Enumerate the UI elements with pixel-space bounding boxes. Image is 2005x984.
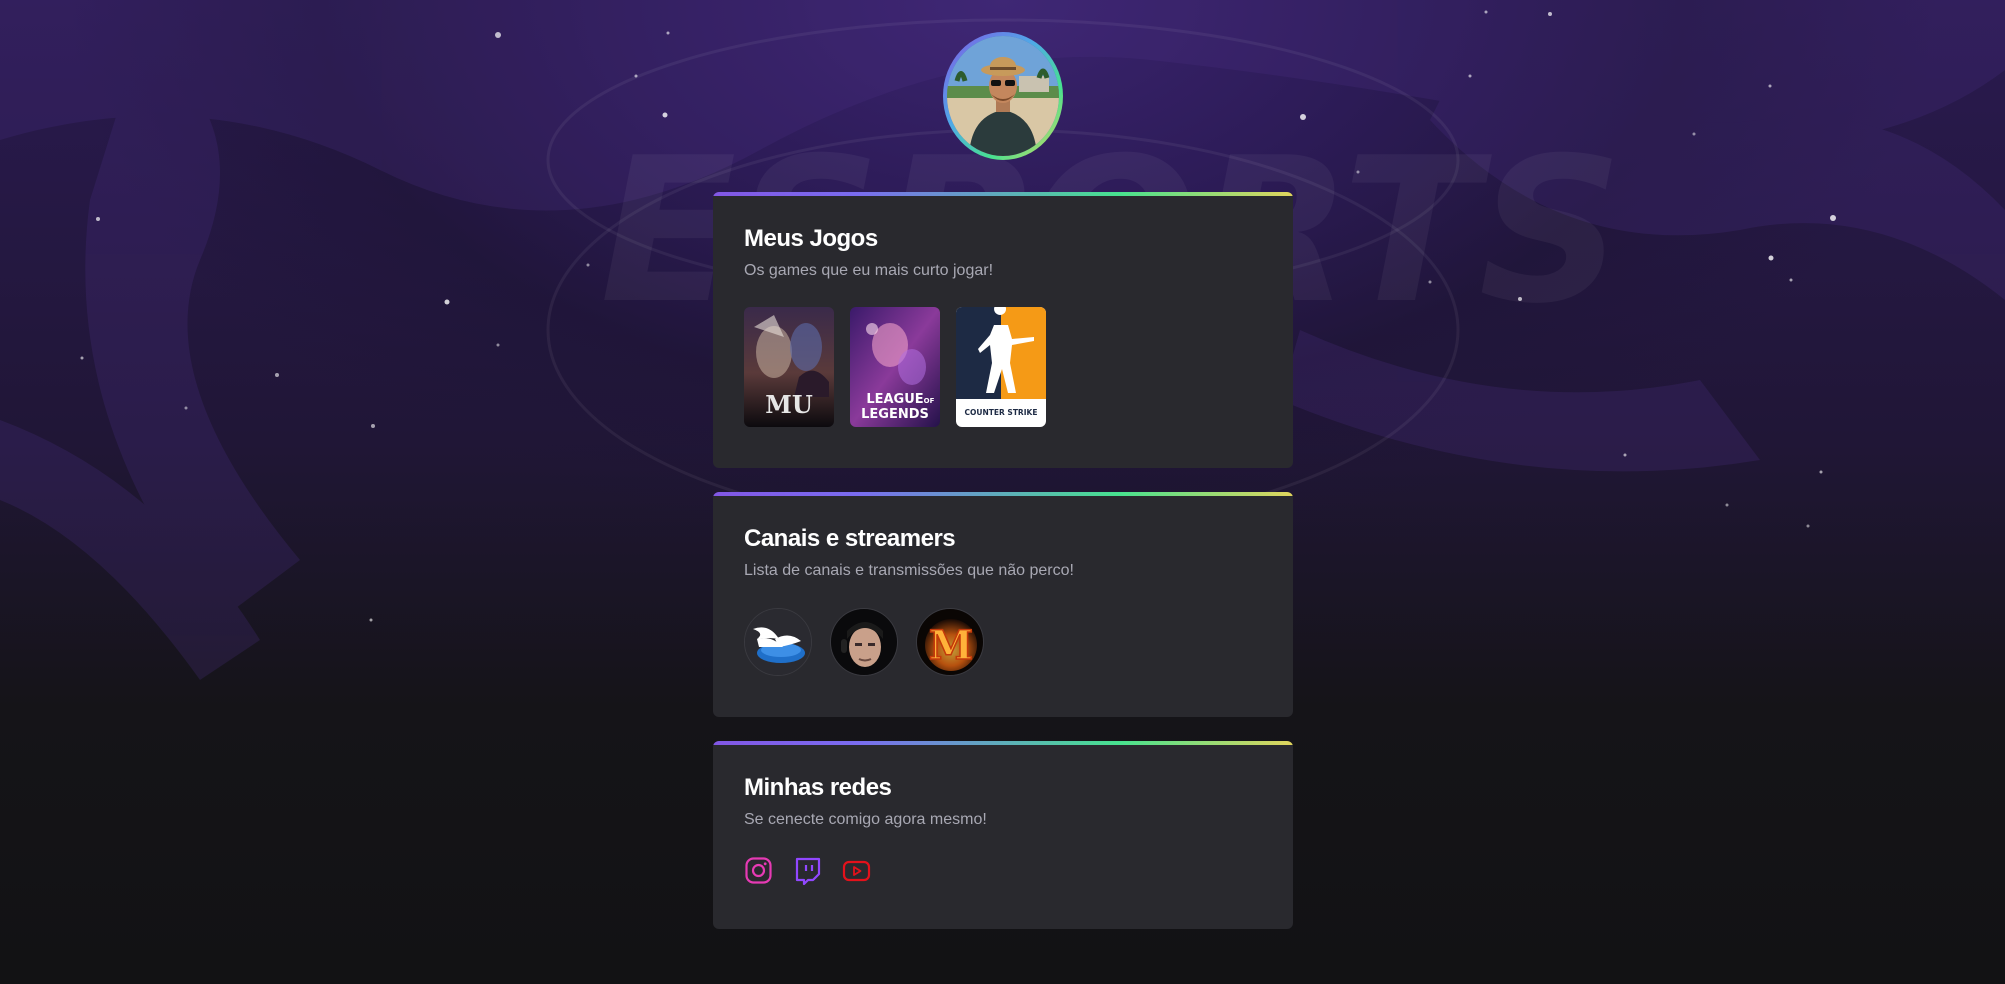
streamer-1[interactable] — [744, 608, 812, 676]
profile-avatar — [947, 36, 1059, 156]
profile-avatar-ring — [943, 32, 1063, 160]
streamer-2[interactable] — [830, 608, 898, 676]
instagram-link[interactable] — [744, 856, 773, 885]
flaming-m-icon: M — [917, 609, 983, 675]
games-card-title: Meus Jogos — [744, 225, 878, 252]
social-list — [744, 856, 1262, 886]
streamers-card: Canais e streamers Lista de canais e tra… — [713, 492, 1293, 717]
games-card: Meus Jogos Os games que eu mais curto jo… — [713, 192, 1293, 468]
winged-shoe-icon — [745, 609, 811, 675]
lol-label-of: OF — [924, 397, 935, 405]
streamers-card-title: Canais e streamers — [744, 525, 956, 552]
lol-label-bottom: LEGENDS — [861, 407, 929, 422]
youtube-link[interactable] — [842, 856, 871, 885]
game-counter-strike[interactable]: COUNTER STRIKE — [956, 307, 1046, 427]
twitch-icon — [795, 857, 821, 886]
social-card: Minhas redes Se cenecte comigo agora mes… — [713, 741, 1293, 929]
streamer-3[interactable]: M — [916, 608, 984, 676]
streamer-3-letter: M — [929, 622, 973, 669]
game-league-of-legends[interactable]: LEAGUE OF LEGENDS — [850, 307, 940, 427]
social-card-title: Minhas redes — [744, 774, 892, 801]
games-list: MU LEAGUE OF LEGENDS COUNTER STRIKE — [744, 307, 1262, 427]
streamers-list: M — [744, 608, 1262, 676]
cs-label: COUNTER STRIKE — [965, 408, 1038, 417]
twitch-link[interactable] — [793, 856, 822, 886]
games-card-subtitle: Os games que eu mais curto jogar! — [744, 262, 994, 279]
lol-label-top: LEAGUE — [866, 392, 923, 407]
streamers-card-subtitle: Lista de canais e transmissões que não p… — [744, 562, 1074, 579]
youtube-icon — [842, 860, 871, 882]
game-mu-label: MU — [765, 390, 813, 419]
instagram-icon — [745, 857, 772, 884]
game-mu[interactable]: MU — [744, 307, 834, 427]
social-card-subtitle: Se cenecte comigo agora mesmo! — [744, 811, 987, 828]
streamer-face-icon — [831, 609, 897, 675]
